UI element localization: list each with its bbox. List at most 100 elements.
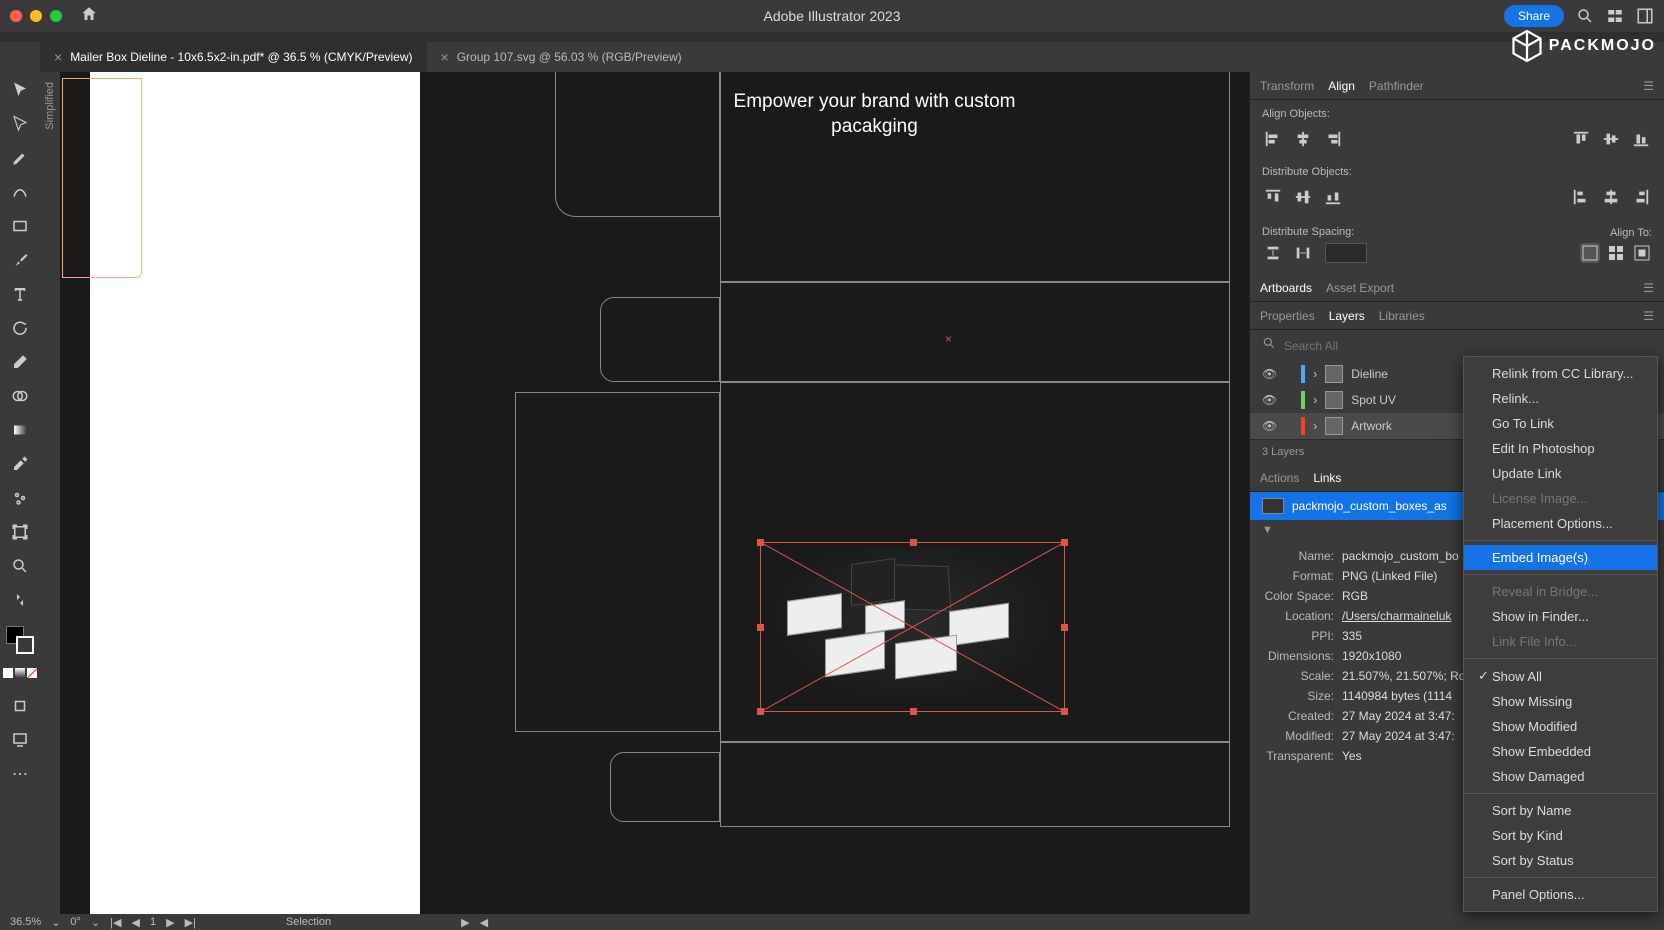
chevron-down-icon[interactable]: ⌄ (91, 916, 100, 929)
nav-prev-icon[interactable]: ◀ (132, 916, 140, 929)
chevron-down-icon[interactable]: ⌄ (51, 916, 60, 929)
draw-mode-icon[interactable] (8, 694, 32, 718)
color-swatch[interactable] (3, 668, 13, 678)
align-left-icon[interactable] (1262, 128, 1284, 150)
rotate-tool[interactable] (8, 316, 32, 340)
visibility-icon[interactable]: 👁 (1262, 419, 1277, 433)
toggle-fill-stroke-icon[interactable] (8, 588, 32, 612)
workspace-icon[interactable] (1636, 7, 1654, 25)
handle-bl[interactable] (757, 708, 764, 715)
canvas[interactable]: Empower your brand with custompacakging … (60, 72, 1249, 914)
context-menu-item[interactable]: Show in Finder... (1464, 604, 1657, 629)
stroke-swatch[interactable] (16, 636, 34, 654)
curvature-tool[interactable] (8, 180, 32, 204)
eyedropper-tool[interactable] (8, 452, 32, 476)
maximize-window-button[interactable] (50, 10, 62, 22)
context-menu-item[interactable]: Show Missing (1464, 689, 1657, 714)
distribute-spacing-v-icon[interactable] (1262, 242, 1284, 264)
expand-icon[interactable]: › (1313, 393, 1317, 407)
minimize-window-button[interactable] (30, 10, 42, 22)
symbol-sprayer-tool[interactable] (8, 486, 32, 510)
zoom-level[interactable]: 36.5% (10, 916, 41, 928)
distribute-spacing-h-icon[interactable] (1292, 242, 1314, 264)
placed-image-selection[interactable] (760, 542, 1065, 712)
context-menu-item[interactable]: Embed Image(s) (1464, 545, 1657, 570)
distribute-left-icon[interactable] (1570, 186, 1592, 208)
tab-links[interactable]: Links (1313, 471, 1341, 485)
context-menu-item[interactable]: Placement Options... (1464, 511, 1657, 536)
layers-search-input[interactable] (1284, 339, 1652, 353)
context-menu-item[interactable]: Show Damaged (1464, 764, 1657, 789)
handle-tl[interactable] (757, 539, 764, 546)
panel-menu-icon[interactable]: ☰ (1643, 281, 1654, 295)
handle-tc[interactable] (910, 539, 917, 546)
rotation-value[interactable]: 0° (70, 916, 81, 928)
align-bottom-icon[interactable] (1630, 128, 1652, 150)
fill-stroke-indicator[interactable] (6, 626, 34, 654)
gradient-swatch[interactable] (15, 668, 25, 678)
align-top-icon[interactable] (1570, 128, 1592, 150)
handle-mr[interactable] (1061, 624, 1068, 631)
tab-align[interactable]: Align (1328, 79, 1355, 93)
align-right-icon[interactable] (1322, 128, 1344, 150)
context-menu-item[interactable]: Show Modified (1464, 714, 1657, 739)
align-to-selection-icon[interactable] (1606, 243, 1626, 263)
visibility-icon[interactable]: 👁 (1262, 367, 1277, 381)
handle-ml[interactable] (757, 624, 764, 631)
search-icon[interactable] (1576, 7, 1594, 25)
distribute-top-icon[interactable] (1262, 186, 1284, 208)
shape-builder-tool[interactable] (8, 384, 32, 408)
nav-first-icon[interactable]: |◀ (110, 916, 121, 929)
artboard-number[interactable]: 1 (150, 916, 156, 928)
context-menu-item[interactable]: Sort by Kind (1464, 823, 1657, 848)
handle-tr[interactable] (1061, 539, 1068, 546)
document-tab-1[interactable]: × Group 107.svg @ 56.03 % (RGB/Preview) (427, 42, 696, 72)
type-tool[interactable] (8, 282, 32, 306)
distribute-right-icon[interactable] (1630, 186, 1652, 208)
spacing-input[interactable] (1325, 243, 1367, 263)
nav-arrow-icon[interactable]: ◀ (480, 916, 488, 929)
context-menu-item[interactable]: Update Link (1464, 461, 1657, 486)
context-menu-item[interactable]: Go To Link (1464, 411, 1657, 436)
visibility-icon[interactable]: 👁 (1262, 393, 1277, 407)
home-icon[interactable] (80, 5, 98, 28)
close-tab-icon[interactable]: × (441, 49, 449, 65)
nav-next-icon[interactable]: ▶ (166, 916, 174, 929)
tab-artboards[interactable]: Artboards (1260, 281, 1312, 295)
align-vcenter-icon[interactable] (1600, 128, 1622, 150)
align-hcenter-icon[interactable] (1292, 128, 1314, 150)
distribute-vcenter-icon[interactable] (1292, 186, 1314, 208)
tab-asset-export[interactable]: Asset Export (1326, 281, 1394, 295)
share-button[interactable]: Share (1504, 5, 1564, 27)
tab-layers[interactable]: Layers (1329, 309, 1365, 323)
panel-menu-icon[interactable]: ☰ (1643, 79, 1654, 93)
edit-toolbar-icon[interactable]: ⋯ (8, 762, 32, 786)
direct-selection-tool[interactable] (8, 112, 32, 136)
handle-br[interactable] (1061, 708, 1068, 715)
tab-actions[interactable]: Actions (1260, 471, 1299, 485)
expand-icon[interactable]: › (1313, 419, 1317, 433)
distribute-hcenter-icon[interactable] (1600, 186, 1622, 208)
handle-bc[interactable] (910, 708, 917, 715)
paintbrush-tool[interactable] (8, 248, 32, 272)
tab-libraries[interactable]: Libraries (1379, 309, 1425, 323)
align-to-artboard-icon[interactable] (1580, 243, 1600, 263)
context-menu-item[interactable]: Show Embedded (1464, 739, 1657, 764)
document-tab-0[interactable]: × Mailer Box Dieline - 10x6.5x2-in.pdf* … (40, 42, 427, 72)
context-menu-item[interactable]: Relink from CC Library... (1464, 361, 1657, 386)
rectangle-tool[interactable] (8, 214, 32, 238)
tab-transform[interactable]: Transform (1260, 79, 1314, 93)
arrange-icon[interactable] (1606, 7, 1624, 25)
close-tab-icon[interactable]: × (54, 49, 62, 65)
align-to-key-icon[interactable] (1632, 243, 1652, 263)
context-menu-item[interactable]: Relink... (1464, 386, 1657, 411)
pen-tool[interactable] (8, 146, 32, 170)
context-menu-item[interactable]: ✓Show All (1464, 663, 1657, 689)
none-swatch[interactable] (27, 668, 37, 678)
context-menu-item[interactable]: Edit In Photoshop (1464, 436, 1657, 461)
artboard-tool[interactable] (8, 520, 32, 544)
context-menu-item[interactable]: Sort by Status (1464, 848, 1657, 873)
tab-pathfinder[interactable]: Pathfinder (1369, 79, 1424, 93)
context-menu-item[interactable]: Panel Options... (1464, 882, 1657, 907)
gradient-tool[interactable] (8, 418, 32, 442)
